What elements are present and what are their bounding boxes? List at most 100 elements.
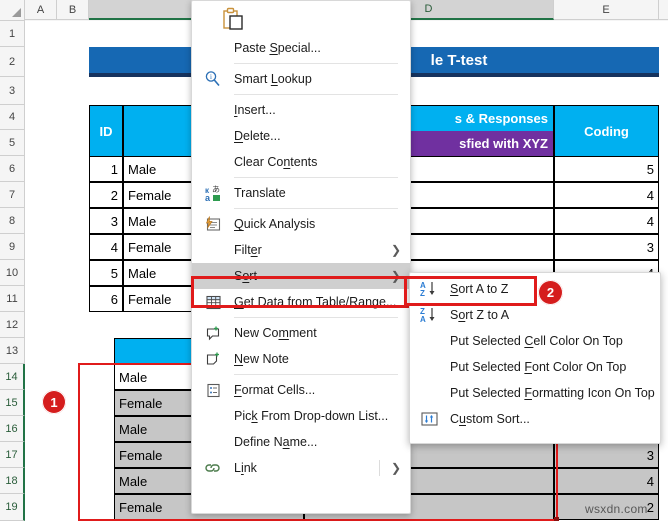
row-header-9[interactable]: 9 [0, 234, 25, 260]
menu-separator-6 [234, 374, 398, 375]
chevron-right-icon: ❯ [390, 461, 401, 475]
menu-item-smart-lookup[interactable]: i Smart Lookup [192, 66, 410, 92]
table1-cell-id-2[interactable]: 2 [89, 182, 123, 208]
translate-icon: к あ a [204, 184, 222, 202]
menu-item-translate[interactable]: к あ a Translate [192, 180, 410, 206]
paste-options-row[interactable] [192, 5, 410, 35]
select-all-corner[interactable] [0, 0, 25, 21]
submenu-item-custom-sort-label: Custom Sort... [450, 412, 530, 426]
svg-text:A: A [420, 315, 426, 324]
format-cells-icon [204, 381, 222, 399]
menu-separator-4 [234, 208, 398, 209]
row-header-19[interactable]: 19 [0, 494, 25, 521]
column-header-b[interactable]: B [57, 0, 89, 20]
row-header-7[interactable]: 7 [0, 182, 25, 208]
menu-separator-5 [234, 317, 398, 318]
step-marker-1: 1 [42, 390, 66, 414]
note-icon [204, 350, 222, 368]
select-all-triangle [12, 8, 21, 17]
table1-cell-id-5[interactable]: 5 [89, 260, 123, 286]
excel-worksheet-screenshot: A B C D E 1 2 3 4 5 6 7 8 9 10 11 12 13 … [0, 0, 668, 521]
menu-item-new-comment[interactable]: New Comment [192, 320, 410, 346]
row-header-14[interactable]: 14 [0, 364, 25, 390]
row-header-3[interactable]: 3 [0, 77, 25, 105]
sort-item-highlight-outline [191, 276, 414, 308]
smart-lookup-icon: i [204, 70, 222, 88]
row-header-16[interactable]: 16 [0, 416, 25, 442]
table1-cell-coding-2[interactable]: 4 [554, 182, 659, 208]
menu-item-new-comment-label: New Comment [234, 326, 317, 340]
row-header-8[interactable]: 8 [0, 208, 25, 234]
column-header-e[interactable]: E [554, 0, 659, 20]
table1-cell-id-6[interactable]: 6 [89, 286, 123, 312]
row-header-11[interactable]: 11 [0, 286, 25, 312]
menu-item-new-note[interactable]: New Note [192, 346, 410, 372]
table1-cell-coding-1[interactable]: 5 [554, 156, 659, 182]
menu-item-delete[interactable]: Delete... [192, 123, 410, 149]
row-header-6[interactable]: 6 [0, 156, 25, 182]
row-header-18[interactable]: 18 [0, 468, 25, 494]
cell-context-menu[interactable]: Paste Special... i Smart Lookup Insert..… [191, 0, 411, 514]
column-header-f[interactable] [659, 0, 668, 20]
custom-sort-icon [420, 410, 440, 428]
sort-z-to-a-icon: Z A [420, 306, 440, 324]
row-header-12[interactable]: 12 [0, 312, 25, 338]
row-header-4[interactable]: 4 [0, 105, 25, 130]
comment-icon [204, 324, 222, 342]
svg-text:あ: あ [212, 185, 220, 194]
svg-text:a: a [205, 193, 211, 202]
row-header-17[interactable]: 17 [0, 442, 25, 468]
link-icon [204, 459, 222, 477]
table1-cell-id-4[interactable]: 4 [89, 234, 123, 260]
clipboard-icon[interactable] [220, 7, 246, 33]
svg-text:i: i [210, 73, 212, 81]
submenu-item-custom-sort[interactable]: Custom Sort... [410, 406, 660, 432]
menu-item-insert[interactable]: Insert... [192, 97, 410, 123]
menu-item-clear-contents[interactable]: Clear Contents [192, 149, 410, 175]
row-header-5[interactable]: 5 [0, 130, 25, 156]
submenu-item-put-selected-formatting-icon-on-top[interactable]: Put Selected Formatting Icon On Top [410, 380, 660, 406]
submenu-item-cell-color-label: Put Selected Cell Color On Top [450, 334, 623, 348]
menu-item-define-name-label: Define Name... [234, 435, 318, 449]
table2-cell-coding-5[interactable]: 4 [554, 468, 659, 494]
table1-header-coding: Coding [554, 105, 659, 157]
selection-fill-handle[interactable] [554, 517, 559, 521]
step-marker-2: 2 [538, 280, 563, 305]
menu-separator-2 [234, 94, 398, 95]
row-header-10[interactable]: 10 [0, 260, 25, 286]
menu-item-define-name[interactable]: Define Name... [192, 429, 410, 455]
row-header-1[interactable]: 1 [0, 21, 25, 47]
column-header-a[interactable]: A [25, 0, 57, 20]
submenu-item-put-selected-cell-color-on-top[interactable]: Put Selected Cell Color On Top [410, 328, 660, 354]
menu-separator-1 [234, 63, 398, 64]
menu-item-format-cells-label: Format Cells... [234, 383, 316, 397]
menu-item-pick-from-dropdown-list[interactable]: Pick From Drop-down List... [192, 403, 410, 429]
row-header-2[interactable]: 2 [0, 47, 25, 77]
menu-item-clear-contents-label: Clear Contents [234, 155, 318, 169]
chevron-right-icon: ❯ [390, 243, 401, 257]
table1-cell-coding-3[interactable]: 4 [554, 208, 659, 234]
watermark: wsxdn.com [585, 502, 648, 516]
menu-item-insert-label: Insert... [234, 103, 276, 117]
menu-item-quick-analysis[interactable]: Quick Analysis [192, 211, 410, 237]
submenu-item-sort-z-to-a-label: Sort Z to A [450, 308, 510, 322]
table1-cell-id-3[interactable]: 3 [89, 208, 123, 234]
row-header-13[interactable]: 13 [0, 338, 25, 364]
menu-item-format-cells[interactable]: Format Cells... [192, 377, 410, 403]
menu-item-new-note-label: New Note [234, 352, 289, 366]
menu-item-pick-from-dropdown-label: Pick From Drop-down List... [234, 409, 389, 423]
menu-item-filter[interactable]: Filter ❯ [192, 237, 410, 263]
sort-a-to-z-highlight-outline [404, 276, 537, 306]
menu-item-link[interactable]: Link ❯ [192, 455, 410, 481]
row-header-15[interactable]: 15 [0, 390, 25, 416]
table1-cell-id-1[interactable]: 1 [89, 156, 123, 182]
menu-item-paste-special-label: Paste Special... [234, 41, 321, 55]
menu-item-filter-label: Filter [234, 243, 262, 257]
menu-item-paste-special[interactable]: Paste Special... [192, 35, 410, 61]
menu-item-smart-lookup-label: Smart Lookup [234, 72, 312, 86]
submenu-item-font-color-label: Put Selected Font Color On Top [450, 360, 627, 374]
table1-cell-coding-4[interactable]: 3 [554, 234, 659, 260]
table2-cell-coding-4[interactable]: 3 [554, 442, 659, 468]
submenu-item-put-selected-font-color-on-top[interactable]: Put Selected Font Color On Top [410, 354, 660, 380]
menu-item-translate-label: Translate [234, 186, 286, 200]
